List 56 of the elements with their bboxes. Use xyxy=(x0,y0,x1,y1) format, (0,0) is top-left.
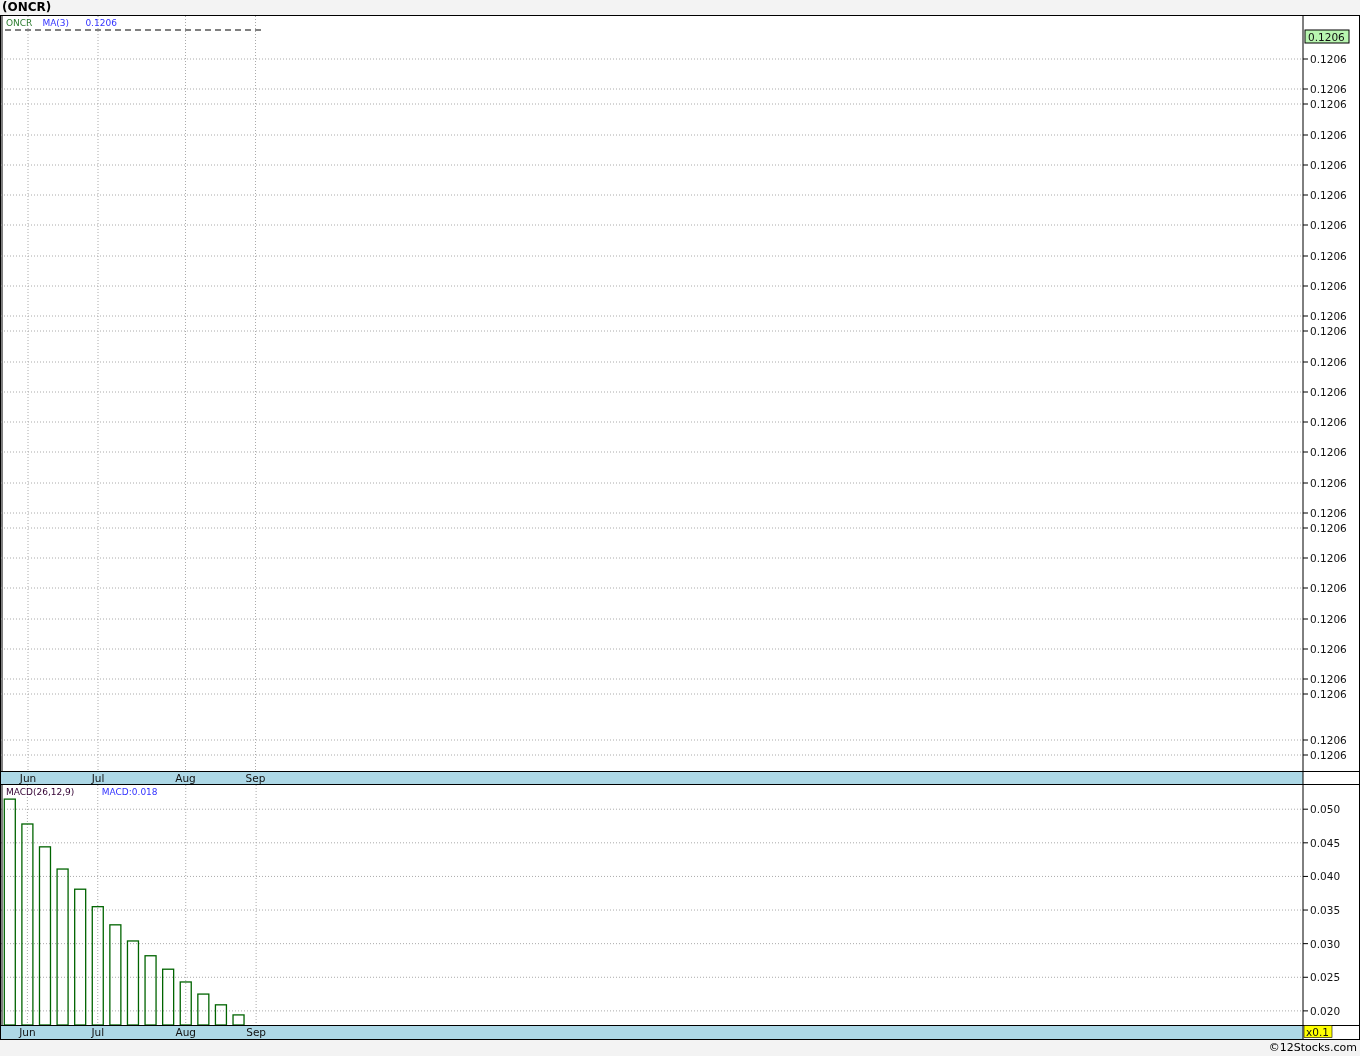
month-label: Sep xyxy=(245,772,266,784)
month-label: Sep xyxy=(246,1026,266,1038)
axis-label: 0.1206 xyxy=(1310,673,1347,685)
axis-label: 0.1206 xyxy=(1310,310,1347,322)
axis-label: 0.1206 xyxy=(1310,582,1347,594)
axis-label: 0.1206 xyxy=(1310,477,1347,489)
legend-label: ONCR xyxy=(6,18,33,28)
axis-label: 0.030 xyxy=(1310,937,1341,950)
scale-badge: x0.1 xyxy=(1303,1025,1333,1038)
price-badge: 0.1206 xyxy=(1304,29,1350,44)
legend-label: 0.1206 xyxy=(85,18,117,28)
axis-label: 0.045 xyxy=(1310,836,1341,849)
macd-bar xyxy=(232,1014,245,1025)
chart-title: (ONCR) xyxy=(1,0,53,15)
axis-label: 0.1206 xyxy=(1310,219,1347,231)
macd-bar xyxy=(197,993,210,1025)
axis-label: 0.1206 xyxy=(1310,643,1347,655)
axis-label: 0.1206 xyxy=(1310,325,1347,337)
legend-label: MA(3) xyxy=(42,18,70,28)
macd-bar xyxy=(162,968,175,1025)
macd-reading: MACD:0.018 xyxy=(101,787,158,797)
month-label: Aug xyxy=(175,772,196,784)
axis-label: 0.1206 xyxy=(1310,250,1347,262)
axis-label: 0.1206 xyxy=(1310,280,1347,292)
axis-label: 0.1206 xyxy=(1310,356,1347,368)
axis-label: 0.040 xyxy=(1310,870,1341,883)
axis-label: 0.1206 xyxy=(1310,734,1347,746)
axis-label: 0.1206 xyxy=(1310,98,1347,110)
axis-label: 0.1206 xyxy=(1310,416,1347,428)
macd-bar xyxy=(214,1004,228,1025)
axis-label: 0.1206 xyxy=(1310,613,1347,625)
axis-label: 0.1206 xyxy=(1310,129,1347,141)
axis-label: 0.1206 xyxy=(1310,507,1347,519)
axis-label: 0.1206 xyxy=(1310,189,1347,201)
axis-label: 0.1206 xyxy=(1310,386,1347,398)
month-label: Jun xyxy=(19,772,37,784)
axis-label: 0.1206 xyxy=(1310,522,1347,534)
macd-bar xyxy=(144,955,157,1025)
month-label: Jul xyxy=(91,1026,105,1038)
axis-label: 0.020 xyxy=(1310,1004,1341,1017)
month-label: Aug xyxy=(175,1026,196,1038)
month-label: Jun xyxy=(19,1026,36,1038)
axis-label: 0.1206 xyxy=(1310,53,1347,65)
axis-label: 0.1206 xyxy=(1310,688,1347,700)
axis-label: 0.1206 xyxy=(1310,749,1347,761)
axis-label: 0.025 xyxy=(1310,971,1341,984)
copyright-text: ©12Stocks.com xyxy=(1268,1041,1357,1054)
axis-label: 0.1206 xyxy=(1310,83,1347,95)
month-label: Jul xyxy=(91,772,105,784)
axis-label: 0.050 xyxy=(1310,803,1341,816)
axis-label: 0.035 xyxy=(1310,904,1341,917)
chart-title: MACD(26,12,9) xyxy=(6,787,75,797)
axis-label: 0.1206 xyxy=(1310,159,1347,171)
macd-bar xyxy=(179,981,192,1025)
axis-label: 0.1206 xyxy=(1310,446,1347,458)
axis-label: 0.1206 xyxy=(1310,552,1347,564)
